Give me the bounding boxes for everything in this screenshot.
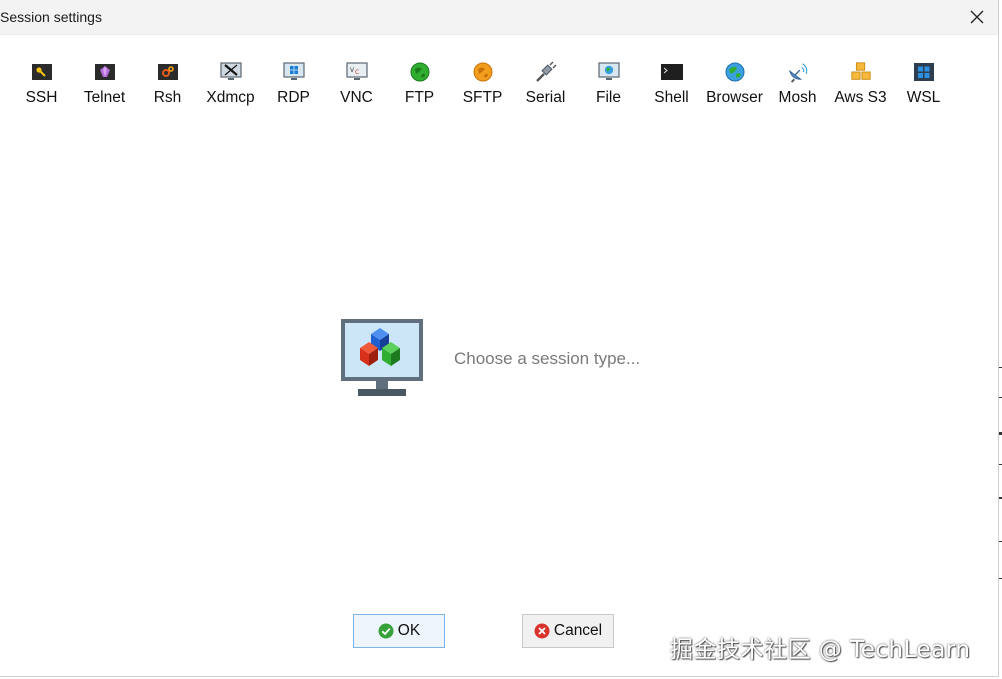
tool-label: WSL	[906, 89, 941, 106]
tool-label: RDP	[277, 89, 310, 106]
tool-label: SSH	[25, 89, 58, 106]
windows-logo-icon	[913, 63, 934, 81]
satellite-dish-icon	[788, 63, 807, 83]
session-type-mosh[interactable]: Mosh	[766, 58, 829, 114]
tool-label: SFTP	[462, 89, 503, 106]
session-type-sftp[interactable]: SFTP	[451, 58, 514, 114]
cancel-button[interactable]: Cancel	[522, 614, 614, 648]
cubes-icon	[850, 62, 871, 80]
file-monitor-icon	[597, 62, 620, 80]
tool-label: Aws S3	[834, 89, 887, 106]
vnc-monitor-icon: V C	[345, 62, 368, 80]
close-button[interactable]	[964, 5, 990, 29]
green-globe-icon	[410, 62, 429, 82]
session-type-rsh[interactable]: Rsh	[136, 58, 199, 114]
close-icon	[970, 10, 984, 24]
tool-label: File	[596, 89, 621, 106]
session-type-xdmcp[interactable]: Xdmcp	[199, 58, 262, 114]
session-settings-dialog: Session settings SSH Telnet Rsh Xdmcp RD…	[0, 0, 999, 677]
terminal-icon	[660, 64, 683, 80]
tool-label: Xdmcp	[206, 89, 255, 106]
tool-label: VNC	[340, 89, 373, 106]
ok-button[interactable]: OK	[353, 614, 445, 648]
tool-label: Browser	[706, 89, 763, 106]
tool-label: Serial	[525, 89, 566, 106]
session-type-telnet[interactable]: Telnet	[73, 58, 136, 114]
key-icon	[31, 64, 52, 80]
session-type-browser[interactable]: Browser	[703, 58, 766, 114]
serial-plug-icon	[535, 61, 556, 82]
tool-label: Mosh	[778, 89, 817, 106]
session-type-vnc[interactable]: V C VNC	[325, 58, 388, 114]
orange-globe-icon	[473, 62, 492, 82]
session-type-rdp[interactable]: RDP	[262, 58, 325, 114]
cancel-button-label: Cancel	[553, 622, 603, 639]
session-type-file[interactable]: File	[577, 58, 640, 114]
watermark: 掘金技术社区 @ TechLearn	[670, 637, 971, 663]
session-type-shell[interactable]: Shell	[640, 58, 703, 114]
session-type-serial[interactable]: Serial	[514, 58, 577, 114]
window-title: Session settings	[0, 9, 102, 25]
tool-label: Rsh	[153, 89, 182, 106]
session-type-aws-s3[interactable]: Aws S3	[829, 58, 892, 114]
gears-icon	[157, 64, 178, 80]
tool-label: Shell	[654, 89, 689, 106]
svg-text:C: C	[355, 69, 359, 76]
cancel-circle-icon	[534, 623, 550, 639]
check-circle-icon	[378, 623, 394, 639]
session-type-ftp[interactable]: FTP	[388, 58, 451, 114]
session-type-wsl[interactable]: WSL	[892, 58, 955, 114]
x-display-icon	[219, 62, 242, 80]
gem-icon	[94, 64, 115, 80]
session-types-illustration-icon	[341, 319, 423, 396]
title-bar: Session settings	[0, 0, 998, 35]
tool-label: FTP	[404, 89, 435, 106]
session-type-hint: Choose a session type...	[454, 349, 641, 368]
tool-label: Telnet	[83, 89, 126, 106]
earth-icon	[725, 62, 744, 82]
session-type-ssh[interactable]: SSH	[10, 58, 73, 114]
ok-button-label: OK	[397, 622, 421, 639]
windows-monitor-icon	[282, 62, 305, 80]
session-type-toolbar: SSH Telnet Rsh Xdmcp RDP V C VNC FTP SFT…	[10, 58, 955, 118]
